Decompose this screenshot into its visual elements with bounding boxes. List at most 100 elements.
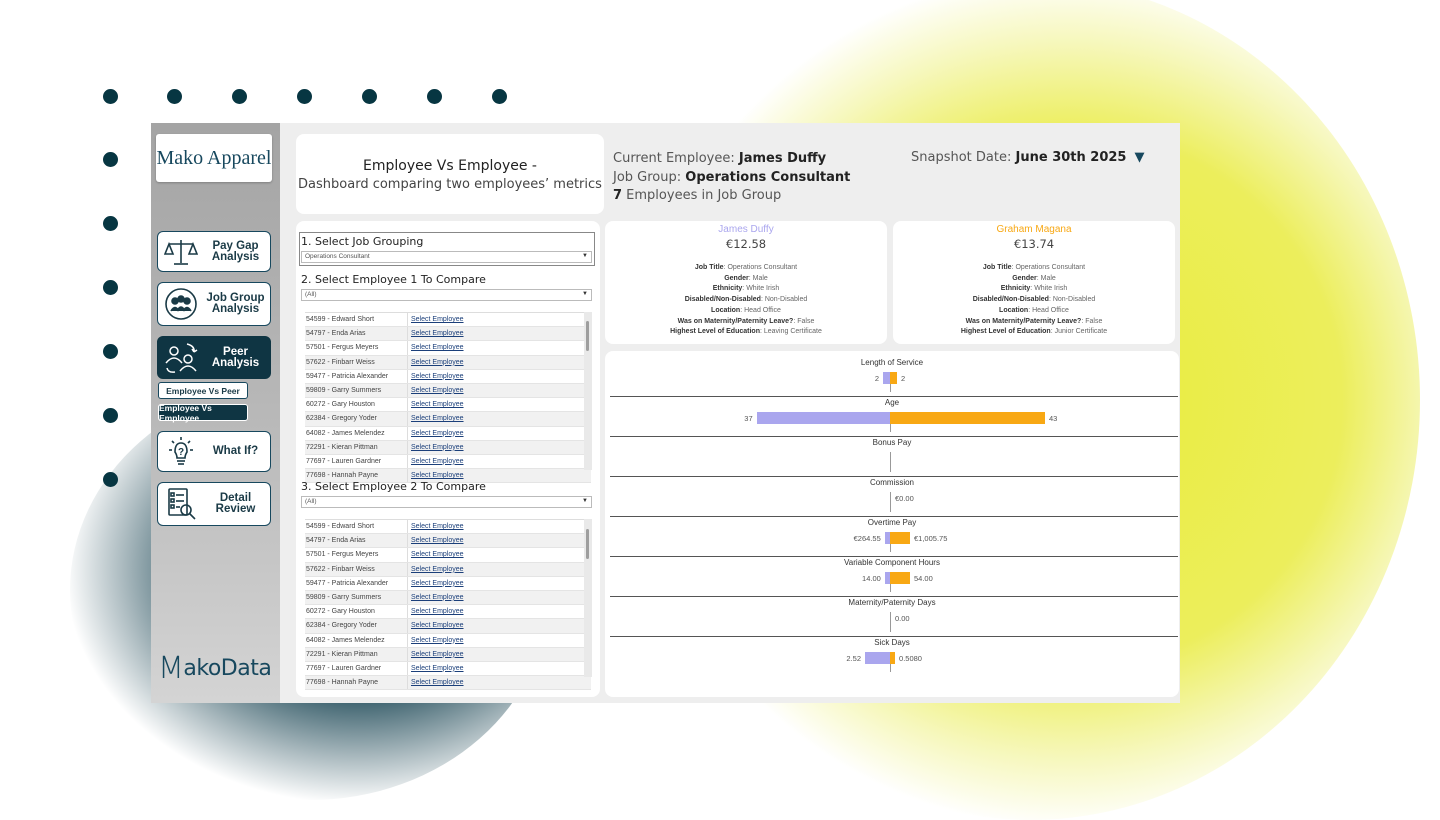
employee2-bar[interactable]: [890, 412, 1045, 424]
employee-name: 54797 - Enda Arias: [305, 327, 408, 341]
employee2-dropdown[interactable]: (All) ▼: [301, 496, 592, 508]
employee2-bar[interactable]: [890, 372, 897, 384]
select-employee-link[interactable]: Select Employee: [408, 676, 464, 689]
nav-label: Detail Review: [215, 492, 256, 515]
nav-job-group-analysis[interactable]: Job Group Analysis: [157, 282, 271, 326]
select-employee-link[interactable]: Select Employee: [408, 412, 464, 425]
metric-label: Age: [884, 398, 900, 407]
employee2-education: Junior Certificate: [1054, 328, 1108, 336]
list-item: 54599 - Edward Short Select Employee: [305, 520, 591, 535]
select-employee-link[interactable]: Select Employee: [408, 619, 464, 632]
employee2-scrollbar[interactable]: [584, 519, 592, 677]
employee2-gender: Male: [1040, 274, 1056, 282]
filter-panel: 1. Select Job Grouping Operations Consul…: [296, 221, 600, 697]
employee1-filter-value: (All): [305, 291, 317, 298]
employee2-bar[interactable]: [890, 532, 910, 544]
employee1-title: 2. Select Employee 1 To Compare: [301, 273, 486, 286]
page-title: Employee Vs Employee -: [363, 158, 537, 174]
employee1-education: Leaving Certificate: [763, 328, 822, 336]
select-employee-link[interactable]: Select Employee: [408, 520, 464, 533]
company-logo-text: Mako Apparel: [156, 146, 272, 169]
select-employee-link[interactable]: Select Employee: [408, 384, 464, 397]
employee2-name: Graham Magana: [996, 224, 1072, 235]
employee2-maternity: False: [1085, 317, 1103, 325]
employee-name: 59477 - Patricia Alexander: [305, 576, 408, 590]
employee1-maternity: False: [797, 317, 815, 325]
employee1-bar[interactable]: [883, 372, 890, 384]
scroll-thumb[interactable]: [586, 321, 589, 351]
caret-down-icon[interactable]: ▼: [1134, 150, 1144, 165]
employee2-bar[interactable]: [890, 652, 896, 664]
employee1-dropdown[interactable]: (All) ▼: [301, 289, 592, 301]
page-subtitle: Dashboard comparing two employees’ metri…: [298, 177, 602, 192]
list-item: 62384 - Gregory Yoder Select Employee: [305, 412, 591, 427]
employee1-value: 2: [874, 374, 879, 383]
detail-label: Job Title: [694, 264, 724, 271]
select-employee-link[interactable]: Select Employee: [408, 577, 464, 590]
list-item: 72291 - Kieran Pittman Select Employee: [305, 440, 591, 455]
employee1-bar[interactable]: [865, 652, 890, 664]
select-employee-link[interactable]: Select Employee: [408, 548, 464, 561]
employee-name: 62384 - Gregory Yoder: [305, 412, 408, 426]
peer-swap-icon: [161, 340, 201, 376]
sub-nav-employee-vs-peer[interactable]: Employee Vs Peer: [158, 382, 248, 399]
detail-label: Job Title: [982, 264, 1012, 271]
nav-detail-review[interactable]: Detail Review: [157, 482, 271, 526]
select-employee-link[interactable]: Select Employee: [408, 398, 464, 411]
list-item: 77697 - Lauren Gardner Select Employee: [305, 661, 591, 677]
employee1-list: 54599 - Edward Short Select Employee 54797…: [305, 312, 591, 484]
employee2-value: 0.00: [895, 614, 910, 623]
employee1-ethnicity: White Irish: [746, 285, 780, 293]
snapshot-date-selector[interactable]: Snapshot Date: June 30th 2025 ▼: [911, 150, 1144, 165]
select-employee-link[interactable]: Select Employee: [408, 370, 464, 383]
employee2-card: Graham Magana €13.74 Job Title: Operatio…: [893, 221, 1175, 344]
select-employee-link[interactable]: Select Employee: [408, 341, 464, 354]
employee-name: 57501 - Fergus Meyers: [305, 341, 408, 355]
select-employee-link[interactable]: Select Employee: [408, 534, 464, 547]
current-employee-label: Current Employee:: [613, 151, 739, 166]
nav-pay-gap-analysis[interactable]: Pay Gap Analysis: [157, 231, 271, 272]
select-employee-link[interactable]: Select Employee: [408, 455, 464, 468]
comparison-chart: Length of Service 2 2 Age 37 43 Bonus Pay Commi…: [605, 351, 1179, 697]
sub-nav-employee-vs-employee[interactable]: Employee Vs Employee: [158, 402, 248, 423]
employee1-gender: Male: [752, 274, 768, 282]
list-item: 62384 - Gregory Yoder Select Employee: [305, 619, 591, 634]
employee-name: 57501 - Fergus Meyers: [305, 548, 408, 562]
employee2-bar[interactable]: [890, 572, 910, 584]
job-grouping-dropdown[interactable]: Operations Consultant ▼: [301, 251, 592, 263]
select-employee-link[interactable]: Select Employee: [408, 605, 464, 618]
metric-label: Length of Service: [860, 358, 924, 367]
select-employee-link[interactable]: Select Employee: [408, 441, 464, 454]
nav-what-if[interactable]: ? What If?: [157, 431, 271, 472]
employee1-location: Head Office: [744, 306, 781, 314]
employee1-value: 37: [744, 414, 753, 423]
select-employee-link[interactable]: Select Employee: [408, 427, 464, 440]
select-employee-link[interactable]: Select Employee: [408, 648, 464, 661]
metric-divider: [610, 396, 1178, 397]
sub-nav-label: Employee Vs Employee: [159, 402, 212, 423]
employee-name: 59477 - Patricia Alexander: [305, 369, 408, 383]
select-employee-link[interactable]: Select Employee: [408, 327, 464, 340]
employee-name: 54797 - Enda Arias: [305, 534, 408, 548]
detail-label: Ethnicity: [1000, 285, 1031, 293]
employee1-value: 2.52: [846, 654, 861, 663]
scroll-thumb[interactable]: [586, 529, 589, 559]
employee2-location: Head Office: [1032, 306, 1069, 314]
metric-axis: [890, 452, 891, 472]
nav-peer-analysis[interactable]: Peer Analysis: [157, 336, 271, 379]
select-employee-link[interactable]: Select Employee: [408, 356, 464, 369]
makodata-logo-m: M: [158, 651, 184, 686]
employee-name: 77697 - Lauren Gardner: [305, 661, 408, 676]
employee1-scrollbar[interactable]: [584, 312, 592, 470]
select-employee-link[interactable]: Select Employee: [408, 563, 464, 576]
svg-text:?: ?: [178, 447, 184, 458]
select-employee-link[interactable]: Select Employee: [408, 591, 464, 604]
employee1-bar[interactable]: [756, 412, 890, 424]
select-employee-link[interactable]: Select Employee: [408, 313, 464, 326]
employee-name: 54599 - Edward Short: [305, 520, 408, 534]
employee-name: 59809 - Garry Summers: [305, 383, 408, 398]
employee2-details: Job Title: Operations Consultant Gender:…: [960, 264, 1108, 336]
select-employee-link[interactable]: Select Employee: [408, 634, 464, 647]
select-employee-link[interactable]: Select Employee: [408, 662, 464, 675]
title-card: Employee Vs Employee - Dashboard compari…: [296, 134, 604, 214]
